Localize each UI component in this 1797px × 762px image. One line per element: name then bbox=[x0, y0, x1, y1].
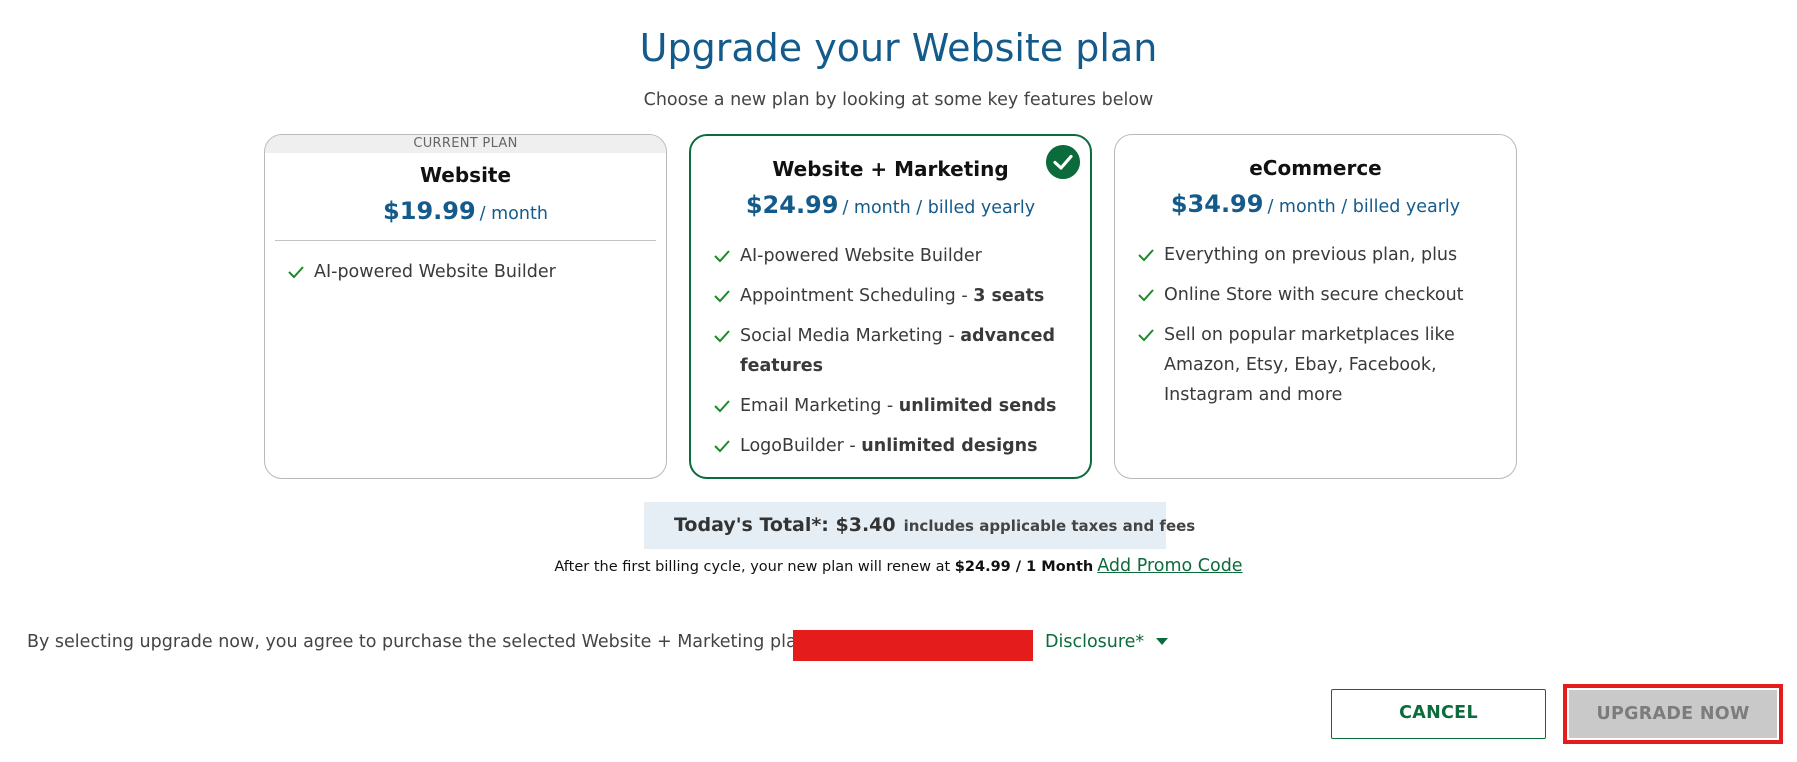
renewal-amount: $24.99 / 1 Month bbox=[954, 559, 1094, 575]
divider bbox=[275, 240, 656, 241]
feature-item: AI-powered Website Builder bbox=[287, 257, 646, 287]
checkmark-icon bbox=[714, 440, 730, 453]
plan-price: $34.99 bbox=[1170, 190, 1264, 218]
plan-period: / month bbox=[479, 204, 548, 224]
page-subtitle: Choose a new plan by looking at some key… bbox=[643, 90, 1154, 110]
feature-item: Appointment Scheduling - 3 seats bbox=[713, 281, 1070, 311]
checkmark-icon bbox=[288, 266, 304, 279]
renewal-notice: After the first billing cycle, your new … bbox=[0, 556, 1797, 576]
agreement-text: By selecting upgrade now, you agree to p… bbox=[27, 632, 851, 652]
feature-item: LogoBuilder - unlimited designs bbox=[713, 431, 1070, 461]
feature-item: Email Marketing - unlimited sends bbox=[713, 391, 1070, 421]
plan-price-row: $19.99/ month bbox=[265, 197, 666, 225]
plan-card-website[interactable]: CURRENT PLAN Website $19.99/ month AI-po… bbox=[264, 134, 667, 479]
feature-text: Email Marketing - bbox=[740, 396, 899, 416]
feature-item: Sell on popular marketplaces like Amazon… bbox=[1137, 320, 1496, 410]
plan-period: / month / billed yearly bbox=[1267, 197, 1461, 217]
plan-price: $24.99 bbox=[745, 191, 839, 219]
feature-highlight: unlimited designs bbox=[861, 436, 1038, 456]
todays-total: Today's Total*: $3.40 bbox=[674, 514, 896, 536]
feature-list: Everything on previous plan, plus Online… bbox=[1115, 240, 1516, 410]
feature-text: AI-powered Website Builder bbox=[740, 246, 982, 266]
cancel-button[interactable]: CANCEL bbox=[1331, 689, 1546, 739]
feature-text: Appointment Scheduling - bbox=[740, 286, 974, 306]
feature-text: AI-powered Website Builder bbox=[314, 262, 556, 282]
plan-name: Website + Marketing bbox=[772, 157, 1009, 181]
feature-list: AI-powered Website Builder bbox=[265, 257, 666, 287]
checkmark-icon bbox=[1138, 289, 1154, 302]
feature-highlight: unlimited sends bbox=[898, 396, 1057, 416]
feature-text: Everything on previous plan, plus bbox=[1164, 245, 1458, 265]
total-note: includes applicable taxes and fees bbox=[903, 517, 1196, 535]
feature-text: Sell on popular marketplaces like Amazon… bbox=[1164, 325, 1455, 405]
feature-item: AI-powered Website Builder bbox=[713, 241, 1070, 271]
plan-period: / month / billed yearly bbox=[842, 198, 1036, 218]
feature-list: AI-powered Website Builder Appointment S… bbox=[691, 241, 1090, 461]
add-promo-code-link[interactable]: Add Promo Code bbox=[1097, 556, 1242, 576]
checkmark-icon bbox=[714, 330, 730, 343]
checkmark-icon bbox=[1138, 329, 1154, 342]
disclosure-label: Disclosure* bbox=[1045, 632, 1145, 652]
page-title: Upgrade your Website plan bbox=[639, 26, 1158, 70]
renewal-text: After the first billing cycle, your new … bbox=[554, 559, 951, 575]
caret-down-icon bbox=[1155, 638, 1168, 645]
plan-card-ecommerce[interactable]: eCommerce $34.99/ month / billed yearly … bbox=[1114, 134, 1517, 479]
todays-total-box: Today's Total*: $3.40 includes applicable… bbox=[644, 502, 1195, 549]
feature-text: Online Store with secure checkout bbox=[1164, 285, 1464, 305]
feature-item: Online Store with secure checkout bbox=[1137, 280, 1496, 310]
plan-price-row: $34.99/ month / billed yearly bbox=[1115, 190, 1516, 218]
plan-name: eCommerce bbox=[1249, 156, 1382, 180]
disclosure-toggle[interactable]: Disclosure* bbox=[1045, 632, 1168, 652]
upgrade-now-button[interactable]: UPGRADE NOW bbox=[1569, 690, 1777, 738]
feature-text: LogoBuilder - bbox=[740, 436, 862, 456]
plan-price: $19.99 bbox=[383, 197, 476, 225]
plan-card-website-marketing[interactable]: Website + Marketing $24.99/ month / bill… bbox=[689, 134, 1092, 479]
feature-text: Social Media Marketing - bbox=[740, 326, 961, 346]
plan-name: Website bbox=[419, 163, 512, 187]
redacted-payment-method bbox=[793, 630, 1033, 661]
feature-highlight: 3 seats bbox=[973, 286, 1045, 306]
feature-item: Everything on previous plan, plus bbox=[1137, 240, 1496, 270]
check-circle-icon bbox=[1046, 145, 1080, 179]
plan-price-row: $24.99/ month / billed yearly bbox=[691, 191, 1090, 219]
checkmark-icon bbox=[714, 290, 730, 303]
current-plan-badge: CURRENT PLAN bbox=[265, 135, 666, 153]
feature-item: Social Media Marketing - advanced featur… bbox=[713, 321, 1070, 381]
checkmark-icon bbox=[714, 400, 730, 413]
checkmark-icon bbox=[1138, 249, 1154, 262]
checkmark-icon bbox=[714, 250, 730, 263]
